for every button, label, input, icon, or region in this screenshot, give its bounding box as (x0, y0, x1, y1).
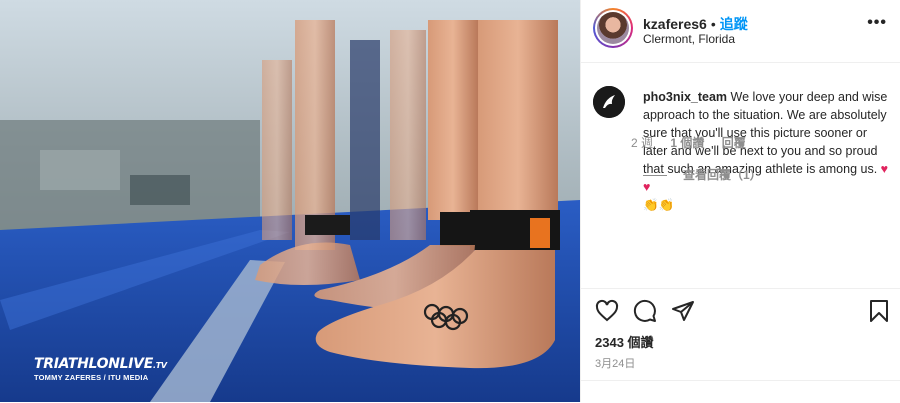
clap-emoji: 👏👏 (643, 198, 675, 212)
paper-plane-icon[interactable] (671, 299, 695, 323)
comment-likes[interactable]: 1 個讚 (670, 136, 704, 150)
avatar[interactable] (593, 8, 633, 48)
comment-time[interactable]: 2 週 (631, 136, 653, 150)
bookmark-icon[interactable] (867, 299, 891, 323)
photo-watermark: TRIATHLONLIVE.TV TOMMY ZAFERES / ITU MED… (34, 356, 167, 382)
action-bar (581, 288, 900, 337)
add-comment-row (581, 380, 900, 403)
post-location[interactable]: Clermont, Florida (643, 32, 735, 46)
view-replies-button[interactable]: 查看回覆（1） (643, 166, 762, 183)
comment-body: pho3nix_team We love your deep and wise … (643, 88, 893, 214)
comment-icon[interactable] (633, 299, 657, 323)
watermark-live: LIVE (119, 356, 154, 372)
watermark-credit: TOMMY ZAFERES / ITU MEDIA (34, 373, 149, 382)
more-options-icon[interactable]: ••• (867, 14, 887, 32)
watermark-tv: .TV (153, 361, 167, 370)
commenter-username[interactable]: pho3nix_team (643, 90, 727, 104)
post-side-panel: kzaferes6 • 追蹤 Clermont, Florida ••• pho3n… (580, 0, 900, 402)
reply-button[interactable]: 回覆 (722, 136, 746, 150)
replies-divider (643, 175, 667, 177)
follow-button[interactable]: 追蹤 (720, 16, 748, 32)
watermark-title: TRIATHLON (34, 356, 120, 372)
post-date[interactable]: 3月24日 (595, 355, 635, 371)
post-photo[interactable]: TRIATHLONLIVE.TV TOMMY ZAFERES / ITU MED… (0, 0, 580, 402)
instagram-post-modal: TRIATHLONLIVE.TV TOMMY ZAFERES / ITU MED… (0, 0, 900, 402)
comment-meta: 2 週 1 個讚 回覆 (631, 134, 760, 151)
like-count[interactable]: 2343 個讚 (595, 332, 654, 351)
photo-illustration (0, 0, 580, 402)
view-replies-label: 查看回覆（1） (683, 168, 762, 182)
phoenix-logo-icon (593, 86, 625, 118)
separator-dot: • (710, 16, 716, 32)
author-username[interactable]: kzaferes6 (643, 16, 707, 32)
heart-icon[interactable] (595, 299, 619, 323)
commenter-avatar[interactable] (593, 86, 625, 118)
post-header: kzaferes6 • 追蹤 Clermont, Florida ••• (581, 0, 900, 63)
